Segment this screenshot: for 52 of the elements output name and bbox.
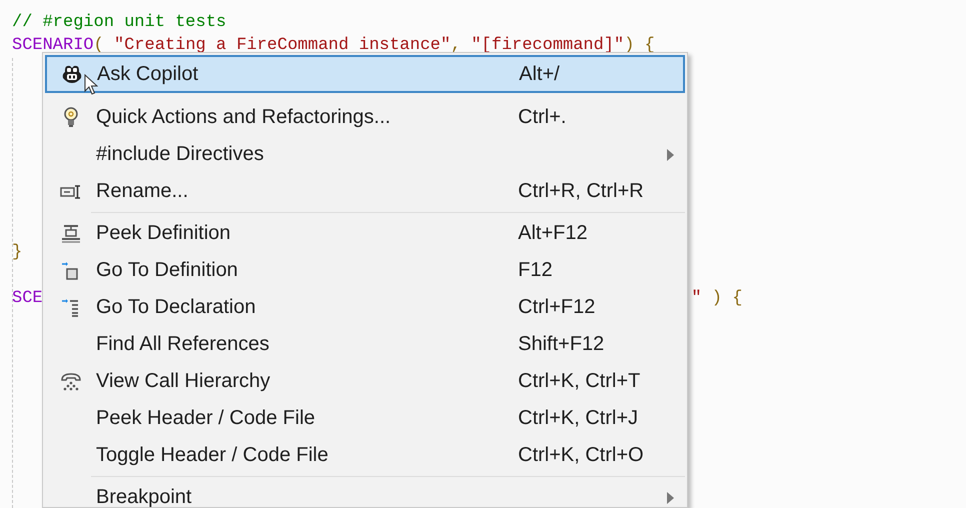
go-to-declaration-icon	[61, 298, 81, 318]
menu-item-label: Quick Actions and Refactorings...	[96, 106, 392, 129]
go-to-definition-icon	[61, 260, 81, 280]
menu-item-label: Peek Definition	[96, 222, 232, 245]
menu-item-label: Peek Header / Code File	[96, 407, 316, 430]
code-text: ,	[450, 35, 462, 57]
code-text: }	[12, 242, 22, 264]
peek-definition-icon	[61, 224, 81, 244]
menu-item[interactable]: Go To Definition F12	[45, 252, 685, 289]
mouse-pointer-icon	[84, 74, 98, 96]
code-text: (	[94, 35, 105, 57]
shortcut-text: Alt+/	[519, 62, 560, 86]
shortcut-text: Alt+F12	[518, 222, 588, 245]
shortcut-text: Ctrl+R, Ctrl+R	[518, 180, 644, 203]
menu-item[interactable]: Toggle Header / Code File Ctrl+K, Ctrl+O	[45, 437, 685, 474]
shortcut-text: Ctrl+.	[518, 106, 566, 129]
menu-item-label: Go To Definition	[96, 259, 239, 282]
menu-item[interactable]: Peek Header / Code File Ctrl+K, Ctrl+J	[45, 400, 685, 437]
menu-item[interactable]: Quick Actions and Refactorings... Ctrl+.	[45, 99, 685, 136]
code-text: ) {	[710, 288, 742, 310]
menu-item[interactable]: Rename... Ctrl+R, Ctrl+R	[45, 173, 685, 210]
menu-item[interactable]: Find All References Shift+F12	[45, 326, 685, 363]
code-text: SCENARIO	[12, 35, 94, 57]
shortcut-text: F12	[518, 259, 552, 282]
lightbulb-icon	[63, 106, 79, 128]
code-text: "	[691, 288, 702, 310]
menu-item-label: Rename...	[96, 180, 190, 203]
shortcut-text: Shift+F12	[518, 333, 604, 356]
shortcut-text: Ctrl+K, Ctrl+T	[518, 370, 640, 393]
menu-item[interactable]: Breakpoint	[45, 479, 685, 507]
shortcut-text: Ctrl+K, Ctrl+O	[518, 444, 644, 467]
code-text: "[firecommand]"	[471, 35, 624, 57]
menu-item-label: Go To Declaration	[96, 296, 257, 319]
menu-item-label: #include Directives	[96, 143, 265, 166]
rename-icon	[60, 184, 82, 200]
menu-item[interactable]: #include Directives	[45, 136, 685, 173]
menu-item-label: Ask Copilot	[97, 62, 200, 86]
shortcut-text: Ctrl+F12	[518, 296, 596, 319]
shortcut-text: Ctrl+K, Ctrl+J	[518, 407, 638, 430]
code-text: "Creating a FireCommand instance"	[114, 35, 451, 57]
menu-item-label: Breakpoint	[96, 486, 193, 507]
menu-item[interactable]: Go To Declaration Ctrl+F12	[45, 289, 685, 326]
code-text: SCE	[12, 288, 43, 310]
code-comment: // #region unit tests	[12, 12, 226, 34]
menu-item[interactable]: Peek Definition Alt+F12	[45, 215, 685, 252]
menu-item-label: Toggle Header / Code File	[96, 444, 330, 467]
menu-item[interactable]: View Call Hierarchy Ctrl+K, Ctrl+T	[45, 363, 685, 400]
copilot-icon	[61, 64, 83, 84]
menu-item-label: Find All References	[96, 333, 270, 356]
menu-item[interactable]: Ask Copilot Alt+/	[45, 55, 685, 93]
call-hierarchy-icon	[60, 372, 82, 392]
menu-item-label: View Call Hierarchy	[96, 370, 272, 393]
